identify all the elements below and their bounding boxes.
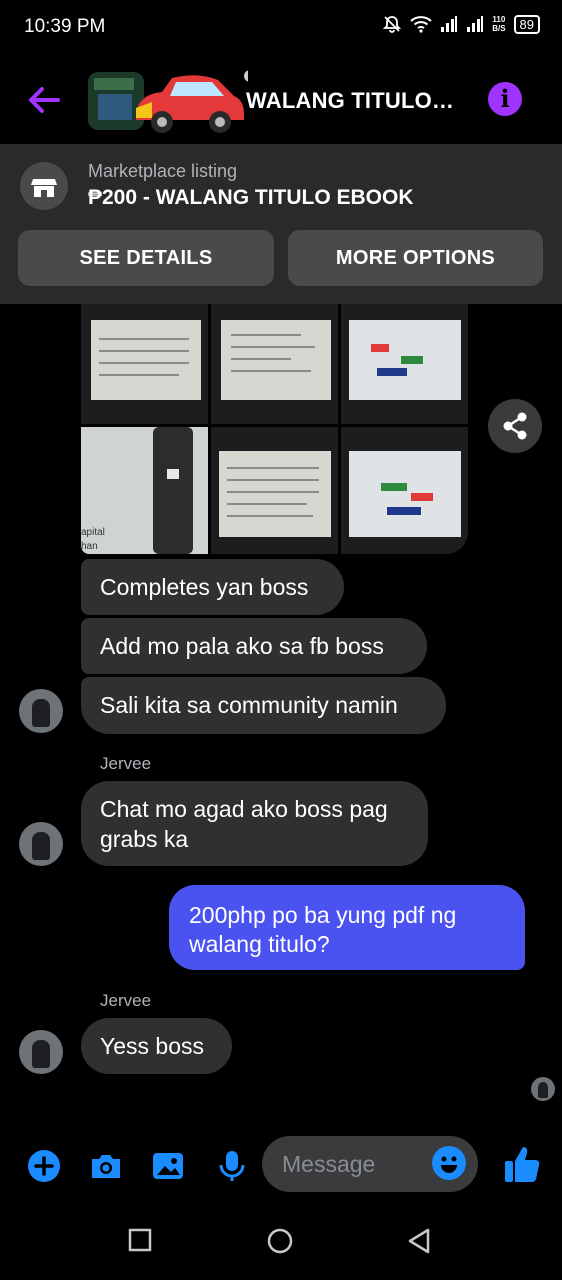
microphone-icon[interactable] [214, 1148, 250, 1184]
bell-off-icon [383, 16, 402, 33]
chat-title[interactable]: WALANG TITULO… [246, 88, 454, 114]
back-nav-icon[interactable] [406, 1227, 432, 1255]
photo-grid: apital han [81, 304, 468, 554]
info-icon[interactable]: i [488, 82, 522, 116]
message-input[interactable]: Message [262, 1136, 478, 1192]
system-nav-bar [0, 1200, 562, 1280]
battery-indicator: 89 [513, 14, 540, 34]
listing-title: ₱200 - WALANG TITULO EBOOK [88, 186, 414, 209]
status-time: 10:39 PM [24, 16, 106, 37]
thumbs-up-icon[interactable] [503, 1144, 541, 1184]
back-arrow-icon[interactable] [24, 80, 64, 120]
more-options-button[interactable]: MORE OPTIONS [288, 230, 543, 286]
message-bubble[interactable]: Chat mo agad ako boss pag grabs ka [81, 781, 428, 866]
sender-name: Jervee [100, 754, 152, 773]
marketplace-listing-panel: Marketplace listing ₱200 - WALANG TITULO… [0, 144, 562, 304]
storefront-icon [20, 162, 68, 210]
status-icons: 110 B/S 89 [382, 14, 540, 34]
photo-2[interactable] [211, 304, 338, 424]
share-icon [503, 412, 527, 440]
chat-header: WALANG TITULO… i [0, 60, 562, 144]
signal-icon [441, 16, 458, 32]
wifi-icon [410, 16, 432, 33]
avatar[interactable] [19, 822, 63, 866]
marketplace-label: Marketplace listing [88, 161, 238, 181]
avatar[interactable] [19, 689, 63, 733]
photo-5[interactable] [211, 427, 338, 554]
sender-name: Jervee [100, 991, 152, 1010]
outgoing-message-bubble[interactable]: 200php po ba yung pdf ng walang titulo? [169, 885, 525, 970]
share-button[interactable] [488, 399, 542, 453]
photo-4[interactable]: apital han [81, 427, 208, 554]
network-speed: 110 B/S [492, 15, 506, 33]
message-placeholder: Message [282, 1151, 376, 1177]
signal-icon-2 [467, 16, 484, 32]
message-bubble[interactable]: Completes yan boss [81, 559, 344, 615]
group-avatar-car-icon[interactable] [88, 68, 248, 138]
camera-icon[interactable] [88, 1148, 124, 1184]
plus-icon[interactable] [26, 1148, 62, 1184]
photo-3[interactable] [341, 304, 468, 424]
avatar[interactable] [19, 1030, 63, 1074]
message-composer: Message [0, 1130, 562, 1200]
message-bubble[interactable]: Sali kita sa community namin [81, 677, 446, 734]
photo-6[interactable] [341, 427, 468, 554]
status-bar: 10:39 PM 110 B/S 89 [0, 0, 562, 56]
message-bubble[interactable]: Yess boss [81, 1018, 232, 1074]
home-icon[interactable] [266, 1227, 294, 1255]
read-receipt-avatar [531, 1077, 555, 1101]
photo-1[interactable] [81, 304, 208, 424]
see-details-button[interactable]: SEE DETAILS [18, 230, 274, 286]
recents-icon[interactable] [128, 1228, 152, 1252]
message-bubble[interactable]: Add mo pala ako sa fb boss [81, 618, 427, 674]
gallery-icon[interactable] [150, 1148, 186, 1184]
emoji-icon[interactable] [432, 1146, 466, 1180]
